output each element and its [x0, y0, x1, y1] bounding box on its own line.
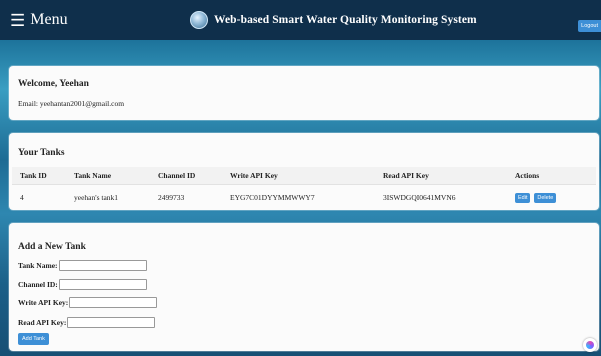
- cell-tank-name: yeehan's tank1: [74, 192, 119, 202]
- col-tank-id: Tank ID: [12, 167, 66, 185]
- assistant-icon: [586, 341, 594, 349]
- hamburger-icon: ☰: [10, 10, 26, 30]
- col-actions: Actions: [507, 167, 596, 185]
- col-tank-name: Tank Name: [66, 167, 150, 185]
- cell-channel-id: 2499733: [158, 192, 185, 202]
- tanks-heading: Your Tanks: [18, 148, 65, 158]
- water-globe-icon: [190, 11, 208, 29]
- tanks-card: Your Tanks Tank ID Tank Name Channel ID …: [9, 133, 599, 210]
- write-key-row: Write API Key:: [18, 297, 158, 308]
- channel-id-row: Channel ID:: [18, 279, 147, 290]
- add-tank-heading: Add a New Tank: [18, 242, 86, 252]
- add-tank-card: Add a New Tank Tank Name: Channel ID: Wr…: [9, 223, 599, 351]
- menu-toggle[interactable]: ☰ Menu: [10, 11, 68, 29]
- menu-label: Menu: [30, 11, 68, 28]
- channel-id-label: Channel ID:: [18, 280, 58, 289]
- channel-id-input[interactable]: [58, 279, 147, 290]
- cell-write-key: EYG7C01DYYMMWWY7: [230, 192, 315, 202]
- cell-tank-id: 4: [20, 192, 24, 202]
- welcome-card: Welcome, Yeehan Email: yeehantan2001@gma…: [9, 66, 599, 120]
- delete-button[interactable]: Delete: [534, 192, 557, 203]
- welcome-heading: Welcome, Yeehan: [18, 79, 89, 89]
- edit-button[interactable]: Edit: [515, 192, 531, 203]
- add-tank-button[interactable]: Add Tank: [18, 333, 49, 345]
- user-email: Email: yeehantan2001@gmail.com: [18, 99, 125, 108]
- read-key-row: Read API Key:: [18, 317, 156, 328]
- read-key-label: Read API Key:: [18, 318, 67, 327]
- col-write-key: Write API Key: [222, 167, 375, 185]
- read-key-input[interactable]: [67, 317, 156, 328]
- col-read-key: Read API Key: [375, 167, 507, 185]
- tank-name-label: Tank Name:: [18, 261, 58, 270]
- tank-name-row: Tank Name:: [18, 260, 147, 271]
- assistant-bubble[interactable]: [583, 338, 597, 352]
- site-brand: Web-based Smart Water Quality Monitoring…: [190, 0, 477, 40]
- table-row: 4 yeehan's tank1 2499733 EYG7C01DYYMMWWY…: [12, 185, 596, 210]
- tank-name-input[interactable]: [58, 260, 147, 271]
- cell-read-key: 3ISWDGQI0641MVN6: [383, 192, 456, 202]
- tanks-table: Tank ID Tank Name Channel ID Write API K…: [12, 167, 596, 209]
- col-channel-id: Channel ID: [150, 167, 222, 185]
- table-header-row: Tank ID Tank Name Channel ID Write API K…: [12, 167, 596, 185]
- write-key-label: Write API Key:: [18, 298, 69, 307]
- site-title: Web-based Smart Water Quality Monitoring…: [214, 14, 477, 26]
- write-key-input[interactable]: [69, 297, 158, 308]
- top-bar: ☰ Menu Web-based Smart Water Quality Mon…: [0, 0, 601, 40]
- logout-button[interactable]: Logout: [578, 20, 601, 32]
- cell-actions: Edit Delete: [507, 185, 596, 210]
